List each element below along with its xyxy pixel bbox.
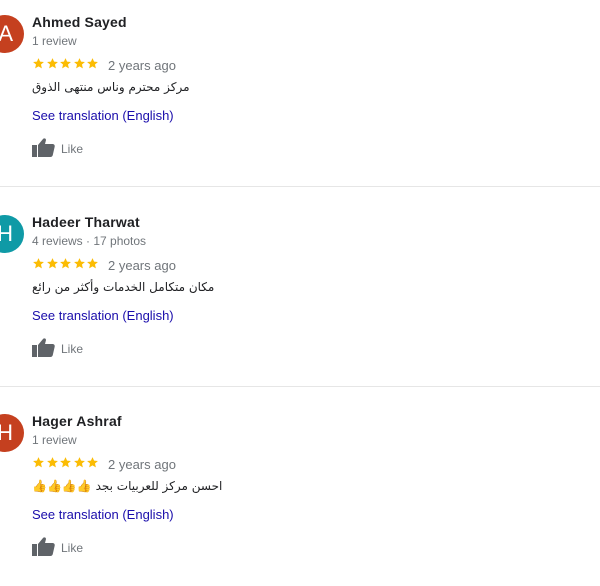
thumbs-up-icon [32, 338, 55, 357]
star-icon [46, 456, 58, 467]
star-icon [60, 57, 72, 68]
reviewer-meta: 1 review [32, 433, 77, 447]
avatar[interactable]: H [0, 414, 24, 452]
star-icon [87, 257, 99, 268]
star-icon [33, 57, 44, 68]
like-button[interactable]: Like [32, 136, 83, 158]
see-translation-link[interactable]: See translation (English) [32, 507, 174, 522]
star-icon [46, 257, 58, 268]
see-translation-link[interactable]: See translation (English) [32, 308, 174, 323]
like-label: Like [61, 541, 84, 555]
star-icon [60, 456, 72, 467]
reviewer-meta: 4 reviews · 17 photos [32, 234, 147, 248]
avatar-initial: H [0, 221, 13, 246]
review-card: H Hager Ashraf 1 review 2 years ago احسن… [0, 399, 600, 586]
like-button[interactable]: Like [32, 336, 83, 358]
divider [0, 386, 600, 387]
review-age: 2 years ago [108, 258, 176, 273]
reviewer-meta: 1 review [32, 34, 77, 48]
review-age: 2 years ago [108, 457, 176, 472]
star-icon [60, 257, 72, 268]
like-label: Like [61, 342, 84, 356]
review-card: H Hadeer Tharwat 4 reviews · 17 photos 2… [0, 200, 600, 387]
star-icon [73, 456, 85, 467]
avatar-initial: A [0, 21, 13, 46]
star-icon [73, 257, 85, 268]
review-card: A Ahmed Sayed 1 review 2 years ago مركز … [0, 0, 600, 187]
review-text: احسن مركز للعربيات بجد 👍👍👍👍 [32, 479, 223, 493]
thumbs-up-icon [32, 138, 55, 157]
avatar[interactable]: H [0, 215, 24, 253]
star-icon [73, 57, 85, 68]
star-icon [46, 57, 58, 68]
divider [0, 186, 600, 187]
review-text: مكان متكامل الخدمات وأكثر من رائع [32, 280, 215, 294]
rating-stars [32, 255, 100, 271]
avatar[interactable]: A [0, 15, 24, 53]
reviewer-name[interactable]: Hager Ashraf [32, 413, 122, 429]
star-icon [87, 456, 99, 467]
see-translation-link[interactable]: See translation (English) [32, 108, 174, 123]
like-button[interactable]: Like [32, 535, 83, 557]
avatar-initial: H [0, 420, 13, 445]
star-icon [33, 257, 44, 268]
star-icon [33, 456, 44, 467]
rating-stars [32, 454, 100, 470]
rating-stars [32, 55, 100, 71]
thumbs-up-icon [32, 537, 55, 556]
reviewer-name[interactable]: Hadeer Tharwat [32, 214, 140, 230]
like-label: Like [61, 142, 84, 156]
reviewer-name[interactable]: Ahmed Sayed [32, 14, 127, 30]
star-icon [87, 57, 99, 68]
review-age: 2 years ago [108, 58, 176, 73]
review-text: مركز محترم وناس منتهى الذوق [32, 80, 190, 94]
